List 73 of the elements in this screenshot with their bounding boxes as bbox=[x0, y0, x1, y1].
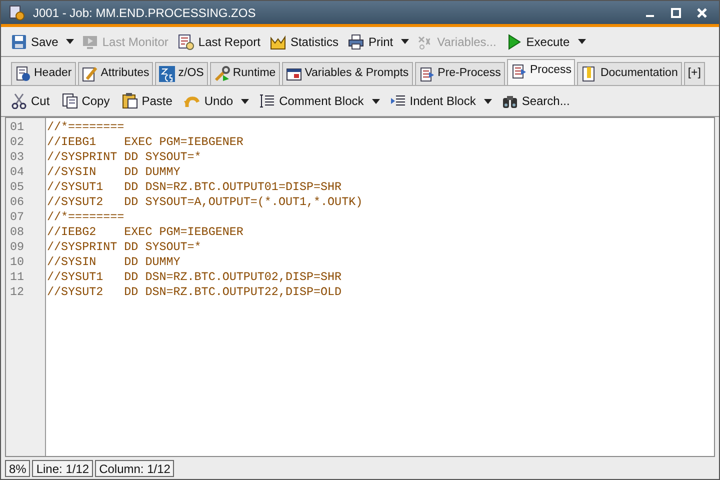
toolbar-button[interactable]: Indent Block bbox=[388, 89, 478, 113]
line-number: 03 bbox=[10, 150, 24, 165]
list-icon bbox=[418, 66, 435, 82]
status-field: Line: 1/12 bbox=[32, 460, 94, 476]
window-icon bbox=[286, 66, 302, 82]
status-field: 8% bbox=[5, 460, 30, 476]
code-line: //*======== bbox=[47, 210, 124, 225]
report-icon bbox=[178, 34, 194, 50]
toolbar-button[interactable]: Cut bbox=[9, 89, 52, 113]
pen-icon bbox=[82, 66, 98, 82]
code-line: //SYSUT1 DD DSN=RZ.BTC.OUTPUT01=DISP=SHR bbox=[47, 180, 342, 195]
scissors-icon bbox=[11, 93, 27, 109]
tab[interactable]: Pre-Process bbox=[414, 62, 505, 85]
tab[interactable]: Attributes bbox=[78, 62, 154, 85]
maximize-icon[interactable] bbox=[671, 8, 681, 18]
monitor-icon bbox=[82, 34, 98, 50]
code-line: //*======== bbox=[47, 120, 124, 135]
close-icon[interactable] bbox=[697, 8, 707, 18]
line-number: 01 bbox=[10, 120, 24, 135]
status-field: Column: 1/12 bbox=[95, 460, 174, 476]
tab[interactable]: Header bbox=[11, 62, 76, 85]
comment-icon bbox=[259, 93, 276, 109]
line-number: 11 bbox=[10, 270, 24, 285]
tab[interactable]: Variables & Prompts bbox=[282, 62, 413, 85]
line-number: 08 bbox=[10, 225, 24, 240]
code-line: //SYSUT2 DD DSN=RZ.BTC.OUTPUT22,DISP=OLD bbox=[47, 285, 342, 300]
zos-icon bbox=[159, 66, 176, 82]
toolbar-button[interactable]: Last Report bbox=[176, 30, 262, 54]
code-line: //SYSPRINT DD SYSOUT=* bbox=[47, 240, 202, 255]
code-line: //SYSIN DD DUMMY bbox=[47, 165, 180, 180]
line-number: 02 bbox=[10, 135, 24, 150]
search-icon bbox=[502, 93, 518, 109]
line-number: 12 bbox=[10, 285, 24, 300]
clipboard-icon bbox=[122, 93, 138, 109]
book-icon bbox=[581, 66, 598, 82]
caret-icon[interactable] bbox=[66, 39, 74, 44]
play-icon bbox=[506, 34, 522, 50]
tab[interactable]: Process bbox=[506, 59, 576, 85]
line-number: 07 bbox=[10, 210, 24, 225]
caret-icon[interactable] bbox=[484, 98, 492, 104]
toolbar-button[interactable]: Comment Block bbox=[257, 89, 366, 113]
code-line: //SYSUT1 DD DSN=RZ.BTC.OUTPUT02,DISP=SHR bbox=[47, 270, 342, 285]
line-number: 04 bbox=[10, 165, 24, 180]
print-icon bbox=[348, 34, 364, 50]
toolbar-button[interactable]: Save bbox=[9, 30, 60, 54]
toolbar-button[interactable]: Paste bbox=[120, 89, 174, 113]
tab[interactable]: Runtime bbox=[210, 62, 280, 85]
tab[interactable]: [+] bbox=[684, 62, 705, 85]
code-line: //SYSUT2 DD SYSOUT=A,OUTPUT=(*.OUT1,*.OUTK) bbox=[47, 195, 363, 210]
toolbar-button[interactable]: Copy bbox=[60, 89, 112, 113]
toolbar-button[interactable]: Execute bbox=[504, 30, 572, 54]
line-number: 10 bbox=[10, 255, 24, 270]
code-line: //SYSIN DD DUMMY bbox=[47, 255, 180, 270]
caret-icon[interactable] bbox=[578, 39, 586, 44]
toolbar-button[interactable]: Search... bbox=[500, 89, 572, 113]
document-icon bbox=[15, 66, 31, 82]
toolbar-button[interactable]: Undo bbox=[182, 89, 236, 113]
tab[interactable]: z/OS bbox=[155, 62, 208, 85]
line-number: 06 bbox=[10, 195, 24, 210]
caret-icon[interactable] bbox=[401, 39, 410, 44]
window-title: J001 - Job: MM.END.PROCESSING.ZOS bbox=[33, 4, 257, 22]
code-line: //SYSPRINT DD SYSOUT=* bbox=[47, 150, 202, 165]
toolbar-button[interactable]: Print bbox=[346, 30, 396, 54]
caret-icon[interactable] bbox=[241, 98, 250, 104]
caret-icon[interactable] bbox=[372, 98, 380, 104]
code-line: //IEBG2 EXEC PGM=IEBGENER bbox=[47, 225, 244, 240]
code-line: //IEBG1 EXEC PGM=IEBGENER bbox=[47, 135, 244, 150]
toolbar-button[interactable]: Statistics bbox=[268, 30, 340, 54]
copy-icon bbox=[62, 93, 78, 109]
tab[interactable]: Documentation bbox=[577, 62, 682, 85]
line-number: 09 bbox=[10, 240, 24, 255]
list-icon bbox=[510, 63, 527, 79]
line-number: 05 bbox=[10, 180, 24, 195]
